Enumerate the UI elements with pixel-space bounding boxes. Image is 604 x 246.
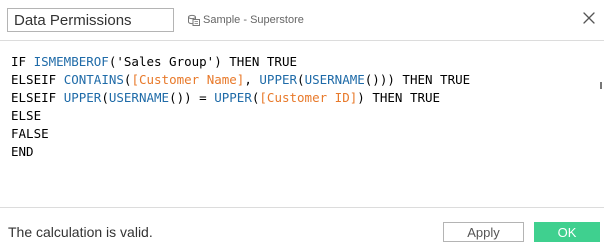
code-line: ELSE [11, 107, 604, 125]
code-keyword: ELSEIF [11, 90, 64, 105]
code-field-reference: [Customer ID] [259, 90, 358, 105]
code-operator: ( [297, 72, 305, 87]
code-line: END [11, 143, 604, 161]
datasource-icon [188, 14, 200, 26]
code-operator: ) [357, 90, 373, 105]
code-keyword: THEN TRUE [372, 90, 441, 105]
datasource-label: Sample - Superstore [203, 14, 304, 26]
code-function: UPPER [259, 72, 298, 87]
scrollbar-marker[interactable] [600, 82, 602, 89]
code-field-reference: [Customer Name] [131, 72, 245, 87]
code-function: UPPER [63, 90, 102, 105]
formula-editor[interactable]: IF ISMEMBEROF('Sales Group') THEN TRUE EL… [0, 40, 604, 208]
code-keyword: IF [11, 54, 34, 69]
ok-button[interactable]: OK [534, 222, 600, 242]
code-operator: ( [101, 90, 109, 105]
code-function: USERNAME [304, 72, 365, 87]
close-icon[interactable] [582, 11, 596, 25]
code-function: UPPER [214, 90, 252, 105]
datasource-indicator: Sample - Superstore [187, 12, 304, 28]
code-function: USERNAME [108, 90, 170, 105]
code-keyword: THEN TRUE [402, 72, 471, 87]
code-line: ELSEIF UPPER(USERNAME()) = UPPER([Custom… [11, 89, 604, 107]
code-operator: ) [214, 54, 230, 69]
code-string: 'Sales Group' [116, 54, 215, 69]
code-operator: ()) = [169, 90, 215, 105]
apply-button[interactable]: Apply [443, 222, 524, 242]
code-operator: , [244, 72, 260, 87]
code-function: CONTAINS [63, 72, 124, 87]
code-keyword: FALSE [11, 126, 49, 141]
code-keyword: ELSEIF [11, 72, 64, 87]
code-line: ELSEIF CONTAINS([Customer Name], UPPER(U… [11, 71, 604, 89]
calculation-name-field[interactable] [7, 8, 174, 32]
code-line: FALSE [11, 125, 604, 143]
code-operator: ())) [364, 72, 403, 87]
code-keyword: ELSE [11, 108, 42, 123]
code-keyword: THEN TRUE [229, 54, 298, 69]
validation-status: The calculation is valid. [8, 224, 153, 240]
code-line: IF ISMEMBEROF('Sales Group') THEN TRUE [11, 53, 604, 71]
code-keyword: END [11, 144, 34, 159]
code-function: ISMEMBEROF [33, 54, 109, 69]
